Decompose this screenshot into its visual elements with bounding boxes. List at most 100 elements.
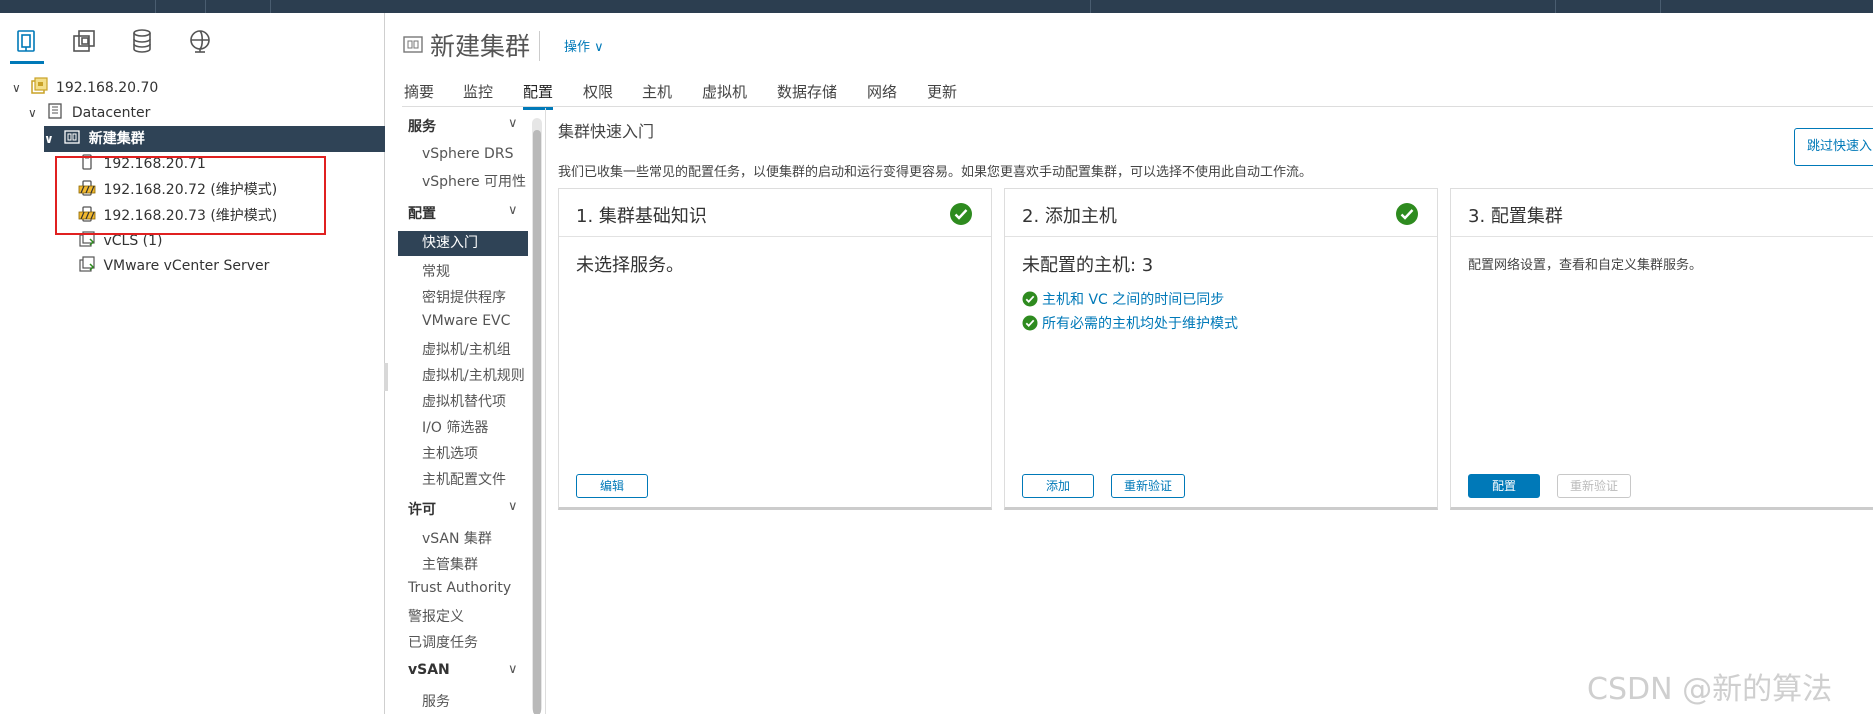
skip-quickstart-button[interactable]: 跳过快速入门 — [1794, 128, 1873, 166]
tab-networks[interactable]: 网络 — [867, 81, 897, 102]
quickstart-title: 集群快速入门 — [558, 122, 655, 141]
edit-button[interactable]: 编辑 — [576, 474, 648, 498]
nav-host-options[interactable]: 主机选项 — [422, 443, 478, 463]
section-label: 许可 — [408, 502, 436, 518]
card-configure-cluster: 3. 配置集群 配置网络设置，查看和自定义集群服务。 配置 重新验证 — [1450, 188, 1873, 510]
tab-summary[interactable]: 摘要 — [404, 81, 434, 102]
tree-vcls-label: vCLS (1) — [103, 233, 163, 249]
cluster-icon — [64, 130, 80, 144]
section-label: 服务 — [408, 119, 436, 135]
tab-bar: 摘要 监控 配置 权限 主机 虚拟机 数据存储 网络 更新 — [402, 71, 1873, 110]
tab-monitor[interactable]: 监控 — [463, 81, 493, 102]
tree-datacenter-label: Datacenter — [71, 105, 151, 121]
tree-datacenter[interactable]: ∨ Datacenter — [28, 100, 150, 126]
tab-configure[interactable]: 配置 — [523, 81, 554, 110]
nav-quickstart[interactable]: 快速入门 — [398, 231, 528, 256]
card-status: 未选择服务。 — [576, 255, 684, 276]
card-status: 未配置的主机: 3 — [1022, 255, 1154, 276]
card-title: 2. 添加主机 — [1022, 206, 1117, 227]
nav-trust-authority[interactable]: Trust Authority — [408, 580, 511, 596]
nav-vsphere-ha[interactable]: vSphere 可用性 — [422, 171, 526, 191]
host-maintenance-icon — [78, 206, 96, 222]
nav-scheduled-tasks[interactable]: 已调度任务 — [408, 632, 478, 652]
revalidate-button[interactable]: 重新验证 — [1111, 474, 1185, 498]
tab-updates[interactable]: 更新 — [927, 81, 957, 102]
nav-key-providers[interactable]: 密钥提供程序 — [422, 287, 506, 307]
chevron-down-icon[interactable]: ∨ — [508, 662, 518, 677]
page-title: 新建集群 — [430, 32, 531, 61]
host-icon — [82, 154, 92, 170]
tree-host-label: 192.168.20.73 (维护模式) — [103, 208, 278, 224]
chevron-down-icon[interactable]: ∨ — [508, 116, 518, 131]
cluster-icon — [403, 36, 423, 53]
tree-vcls[interactable]: vCLS (1) — [78, 228, 162, 254]
nav-vm-overrides[interactable]: 虚拟机替代项 — [422, 391, 506, 411]
nav-vsan-services[interactable]: 服务 — [422, 691, 450, 711]
tree-vcenter[interactable]: ∨ 192.168.20.70 — [12, 75, 158, 101]
chevron-down-icon[interactable]: ∨ — [508, 499, 518, 514]
validation-text: 所有必需的主机均处于维护模式 — [1042, 316, 1238, 332]
nav-io-filters[interactable]: I/O 筛选器 — [422, 417, 488, 437]
tree-host-3[interactable]: 192.168.20.73 (维护模式) — [78, 203, 277, 229]
card-title: 3. 配置集群 — [1468, 206, 1563, 227]
header-divider — [539, 31, 540, 61]
hosts-clusters-icon[interactable] — [10, 27, 44, 64]
chevron-down-icon[interactable]: ∨ — [508, 203, 518, 218]
tab-datastores[interactable]: 数据存储 — [777, 81, 837, 102]
nav-vm-host-groups[interactable]: 虚拟机/主机组 — [422, 339, 511, 359]
config-nav-scroll-thumb[interactable] — [533, 130, 541, 714]
tree-cluster[interactable]: ∨ 新建集群 — [44, 126, 385, 152]
section-label: 配置 — [408, 206, 436, 222]
section-licensing[interactable]: 许可 ∨ — [408, 499, 518, 519]
nav-vsphere-drs[interactable]: vSphere DRS — [422, 146, 513, 162]
success-check-icon — [1396, 203, 1418, 225]
configure-button[interactable]: 配置 — [1468, 474, 1540, 498]
vm-folder-icon — [79, 231, 95, 247]
check-circle-icon — [1022, 315, 1038, 331]
tree-host-2[interactable]: 192.168.20.72 (维护模式) — [78, 177, 277, 203]
main-panel: 新建集群 操作 ∨ 摘要 监控 配置 权限 主机 虚拟机 数据存储 网络 更新 … — [386, 13, 1873, 714]
actions-menu-button[interactable]: 操作 ∨ — [564, 36, 604, 55]
check-circle-icon — [1022, 291, 1038, 307]
card-header: 1. 集群基础知识 — [559, 189, 991, 237]
section-services[interactable]: 服务 ∨ — [408, 116, 518, 136]
inventory-navigator: ∨ 192.168.20.70 ∨ Datacenter ∨ 新建集群 192.… — [0, 13, 388, 714]
nav-general[interactable]: 常规 — [422, 261, 450, 281]
actions-label: 操作 — [564, 40, 591, 55]
card-cluster-basics: 1. 集群基础知识 未选择服务。 编辑 — [558, 188, 992, 510]
chevron-down-icon[interactable]: ∨ — [12, 75, 26, 101]
section-vsan[interactable]: vSAN ∨ — [408, 662, 518, 678]
revalidate-button-disabled: 重新验证 — [1557, 474, 1631, 498]
card-description: 配置网络设置，查看和自定义集群服务。 — [1468, 258, 1703, 273]
tree-host-1[interactable]: 192.168.20.71 — [78, 151, 206, 177]
chevron-down-icon: ∨ — [594, 40, 604, 55]
section-configuration[interactable]: 配置 ∨ — [408, 203, 518, 223]
vms-templates-icon[interactable] — [70, 27, 100, 55]
storage-icon[interactable] — [128, 27, 158, 55]
tab-hosts[interactable]: 主机 — [642, 81, 672, 102]
nav-supervisor-cluster[interactable]: 主管集群 — [422, 554, 478, 574]
host-maintenance-icon — [78, 180, 96, 196]
tab-permissions[interactable]: 权限 — [583, 81, 613, 102]
nav-vm-host-rules[interactable]: 虚拟机/主机规则 — [422, 365, 525, 385]
success-check-icon — [950, 203, 972, 225]
nav-host-profile[interactable]: 主机配置文件 — [422, 469, 506, 489]
quickstart-content: 集群快速入门 跳过快速入门 我们已收集一些常见的配置任务，以便集群的启动和运行变… — [546, 108, 1873, 714]
chevron-down-icon[interactable]: ∨ — [44, 126, 58, 152]
add-hosts-button[interactable]: 添加 — [1022, 474, 1094, 498]
card-header: 2. 添加主机 — [1005, 189, 1437, 237]
network-icon[interactable] — [186, 27, 216, 55]
nav-alarm-definitions[interactable]: 警报定义 — [408, 606, 464, 626]
validation-time-sync: 主机和 VC 之间的时间已同步 — [1022, 289, 1224, 309]
nav-vmware-evc[interactable]: VMware EVC — [422, 313, 510, 329]
tab-vms[interactable]: 虚拟机 — [702, 81, 747, 102]
chevron-down-icon[interactable]: ∨ — [28, 100, 42, 126]
card-add-hosts: 2. 添加主机 未配置的主机: 3 主机和 VC 之间的时间已同步 所有必需的主… — [1004, 188, 1438, 510]
tree-vcenter-vm[interactable]: VMware vCenter Server — [78, 253, 269, 279]
validation-text: 主机和 VC 之间的时间已同步 — [1042, 292, 1225, 308]
section-label: vSAN — [408, 662, 450, 678]
tree-cluster-label: 新建集群 — [88, 131, 145, 147]
config-nav: 服务 ∨ vSphere DRS vSphere 可用性 配置 ∨ 快速入门 常规 … — [386, 108, 546, 714]
nav-vsan-cluster[interactable]: vSAN 集群 — [422, 528, 492, 548]
card-header: 3. 配置集群 — [1451, 189, 1873, 237]
